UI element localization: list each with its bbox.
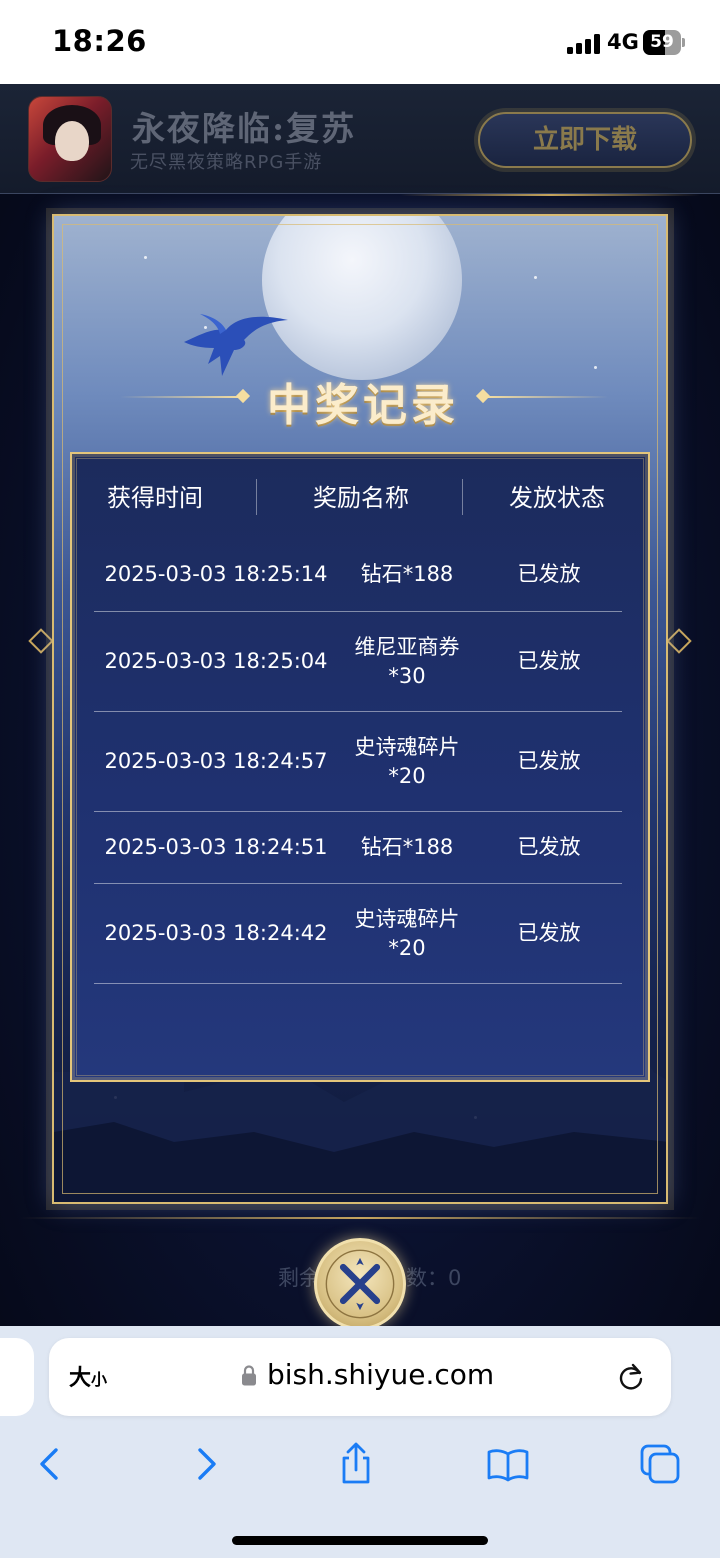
- text-size-small: 小: [91, 1370, 108, 1389]
- reward-name-line: 维尼亚商券: [354, 634, 460, 659]
- text-size-big: 大: [69, 1366, 92, 1391]
- left-ornament-icon: [28, 628, 54, 654]
- top-ornament-line: [400, 194, 700, 196]
- reward-name-line: 钻石*188: [360, 562, 454, 586]
- bottom-ornament-line: [20, 1217, 700, 1219]
- battery-level: 59: [650, 32, 674, 52]
- row-reward-name: 史诗魂碎片 *20: [338, 884, 476, 983]
- right-ornament-icon: [666, 628, 692, 654]
- row-time: 2025-03-03 18:24:42: [104, 921, 328, 945]
- lock-icon: [242, 1365, 256, 1386]
- cellular-signal-icon: [567, 34, 601, 54]
- row-status: 已发放: [517, 562, 581, 586]
- row-time: 2025-03-03 18:24:51: [104, 835, 328, 859]
- tabs-icon[interactable]: [638, 1442, 682, 1486]
- address-bar[interactable]: 大小 bish.shiyue.com: [49, 1338, 671, 1416]
- safari-chrome: 大小 bish.shiyue.com: [0, 1326, 720, 1558]
- share-icon[interactable]: [334, 1442, 378, 1486]
- row-time: 2025-03-03 18:25:14: [104, 562, 328, 586]
- table-row: 2025-03-03 18:25:14 钻石*188 已发放: [94, 538, 622, 612]
- url-text: bish.shiyue.com: [267, 1358, 495, 1391]
- close-button[interactable]: [314, 1238, 406, 1326]
- remaining-suffix: 数：: [406, 1266, 448, 1290]
- reward-name-line: *20: [388, 763, 426, 788]
- close-icon: [325, 1249, 395, 1319]
- reward-name-line: *20: [388, 935, 426, 960]
- table-row: 2025-03-03 18:24:51 钻石*188 已发放: [94, 812, 622, 884]
- records-rows: 2025-03-03 18:25:14 钻石*188 已发放 2025-03-03 1…: [94, 538, 624, 984]
- row-status: 已发放: [517, 749, 581, 773]
- back-icon[interactable]: [28, 1442, 72, 1486]
- column-header-time: 获得时间: [107, 484, 203, 512]
- column-divider: [462, 479, 463, 515]
- ad-subtitle: 无尽黑夜策略RPG手游: [130, 152, 323, 173]
- moon-illustration: [262, 216, 462, 380]
- status-time: 18:26: [52, 24, 147, 58]
- table-row: 2025-03-03 18:25:04 维尼亚商券 *30 已发放: [94, 612, 622, 712]
- row-status: 已发放: [517, 649, 581, 673]
- column-header-reward: 奖励名称: [313, 484, 409, 512]
- home-indicator: [232, 1536, 488, 1545]
- row-reward-name: 钻石*188: [338, 812, 476, 883]
- table-row: 2025-03-03 18:24:57 史诗魂碎片 *20 已发放: [94, 712, 622, 812]
- app-ad-banner[interactable]: 永夜降临:复苏 无尽黑夜策略RPG手游 立即下载: [0, 84, 720, 194]
- bookmarks-icon[interactable]: [486, 1442, 530, 1486]
- ad-title: 永夜降临:复苏: [132, 109, 357, 148]
- row-reward-name: 钻石*188: [338, 538, 476, 611]
- title-ornament-right: [486, 396, 608, 398]
- row-status: 已发放: [517, 835, 581, 859]
- table-row: 2025-03-03 18:24:42 史诗魂碎片 *20 已发放: [94, 884, 622, 984]
- previous-tab-peek[interactable]: [0, 1338, 34, 1416]
- row-time: 2025-03-03 18:25:04: [104, 649, 328, 673]
- forward-icon[interactable]: [184, 1442, 228, 1486]
- status-bar: 18:26 4G 59: [0, 0, 720, 84]
- modal-title-row: 中奖记录: [120, 369, 608, 431]
- web-page: 永夜降临:复苏 无尽黑夜策略RPG手游 立即下载 中奖记录 获得时间 奖励名称 …: [0, 84, 720, 1326]
- reward-name-line: *30: [388, 663, 426, 688]
- records-table: 获得时间 奖励名称 发放状态 2025-03-03 18:25:14 钻石*188…: [70, 452, 650, 1082]
- remaining-value: 0: [448, 1266, 462, 1290]
- game-app-icon: [28, 96, 112, 182]
- row-reward-name: 维尼亚商券 *30: [338, 612, 476, 711]
- safari-toolbar: [0, 1430, 720, 1494]
- title-ornament-left: [120, 396, 242, 398]
- column-header-status: 发放状态: [509, 484, 605, 512]
- reward-name-line: 钻石*188: [360, 835, 454, 859]
- modal-title: 中奖记录: [267, 380, 459, 431]
- row-time: 2025-03-03 18:24:57: [104, 749, 328, 773]
- reward-name-line: 史诗魂碎片: [354, 734, 460, 759]
- network-type: 4G: [607, 30, 639, 54]
- row-status: 已发放: [517, 921, 581, 945]
- column-divider: [256, 479, 257, 515]
- reload-icon[interactable]: [615, 1361, 647, 1393]
- battery-icon: 59: [643, 30, 685, 55]
- row-reward-name: 史诗魂碎片 *20: [338, 712, 476, 811]
- download-button[interactable]: 立即下载: [478, 112, 692, 168]
- text-size-button[interactable]: 大小: [69, 1360, 107, 1392]
- reward-name-line: 史诗魂碎片: [354, 906, 460, 931]
